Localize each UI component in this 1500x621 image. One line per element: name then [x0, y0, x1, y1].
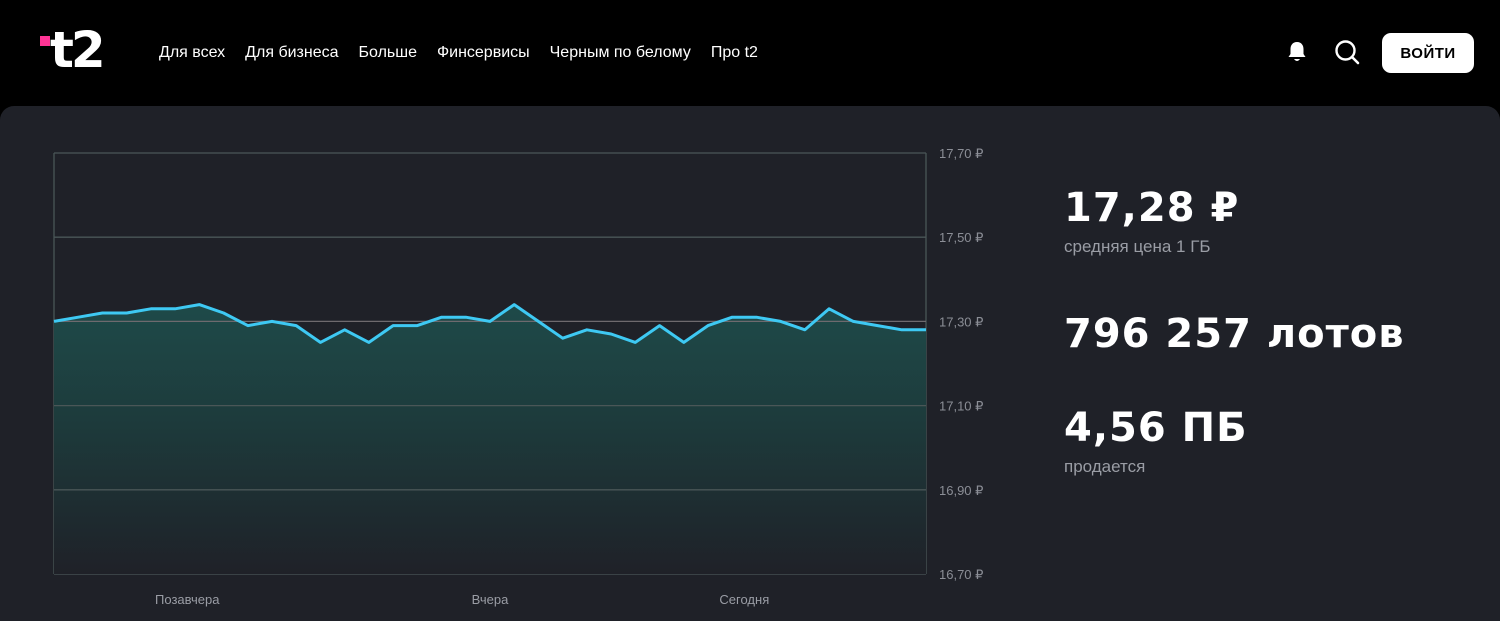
nav-item-more[interactable]: Больше [359, 42, 417, 64]
price-area-fill [54, 304, 926, 574]
volume-block: 4,56 ПБ продается [1064, 404, 1248, 478]
nav-item-about[interactable]: Про t2 [711, 42, 758, 64]
logo-text: t2 [50, 21, 106, 79]
avg-price-block: 17,28 ₽ средняя цена 1 ГБ [1064, 184, 1239, 258]
y-tick-label: 17,30 ₽ [939, 314, 983, 329]
x-tick-label: Позавчера [155, 592, 220, 607]
t2-logo[interactable]: t2 [40, 21, 112, 79]
nav-item-business[interactable]: Для бизнеса [245, 42, 338, 64]
logo-pink-dot [40, 36, 50, 46]
y-tick-label: 16,70 ₽ [939, 567, 983, 582]
volume-value: 4,56 ПБ [1064, 405, 1248, 451]
search-icon[interactable] [1333, 38, 1361, 66]
main-nav: Для всех Для бизнеса Больше Финсервисы Ч… [159, 42, 778, 64]
y-tick-label: 17,10 ₽ [939, 399, 983, 414]
login-button[interactable]: ВОЙТИ [1382, 33, 1474, 73]
y-tick-label: 16,90 ₽ [939, 483, 983, 498]
header: t2 Для всех Для бизнеса Больше Финсервис… [0, 0, 1500, 106]
market-panel: 17,70 ₽ 17,50 ₽ 17,30 ₽ 17,10 ₽ 16,90 ₽ 16,70… [0, 106, 1500, 621]
x-tick-label: Вчера [472, 592, 509, 607]
bell-icon[interactable] [1283, 38, 1311, 66]
volume-label: продается [1064, 457, 1146, 476]
nav-item-black-on-white[interactable]: Черным по белому [550, 42, 691, 64]
lots-value: 796 257 лотов [1064, 311, 1405, 357]
y-tick-label: 17,50 ₽ [939, 230, 983, 245]
price-chart: 17,70 ₽ 17,50 ₽ 17,30 ₽ 17,10 ₽ 16,90 ₽ 16,70… [53, 146, 983, 607]
nav-item-finservices[interactable]: Финсервисы [437, 42, 530, 64]
x-tick-label: Сегодня [719, 592, 769, 607]
lots-block: 796 257 лотов [1064, 310, 1405, 358]
avg-price-label: средняя цена 1 ГБ [1064, 237, 1211, 256]
nav-item-for-all[interactable]: Для всех [159, 42, 225, 64]
avg-price-value: 17,28 ₽ [1064, 185, 1240, 231]
y-tick-label: 17,70 ₽ [939, 146, 983, 161]
